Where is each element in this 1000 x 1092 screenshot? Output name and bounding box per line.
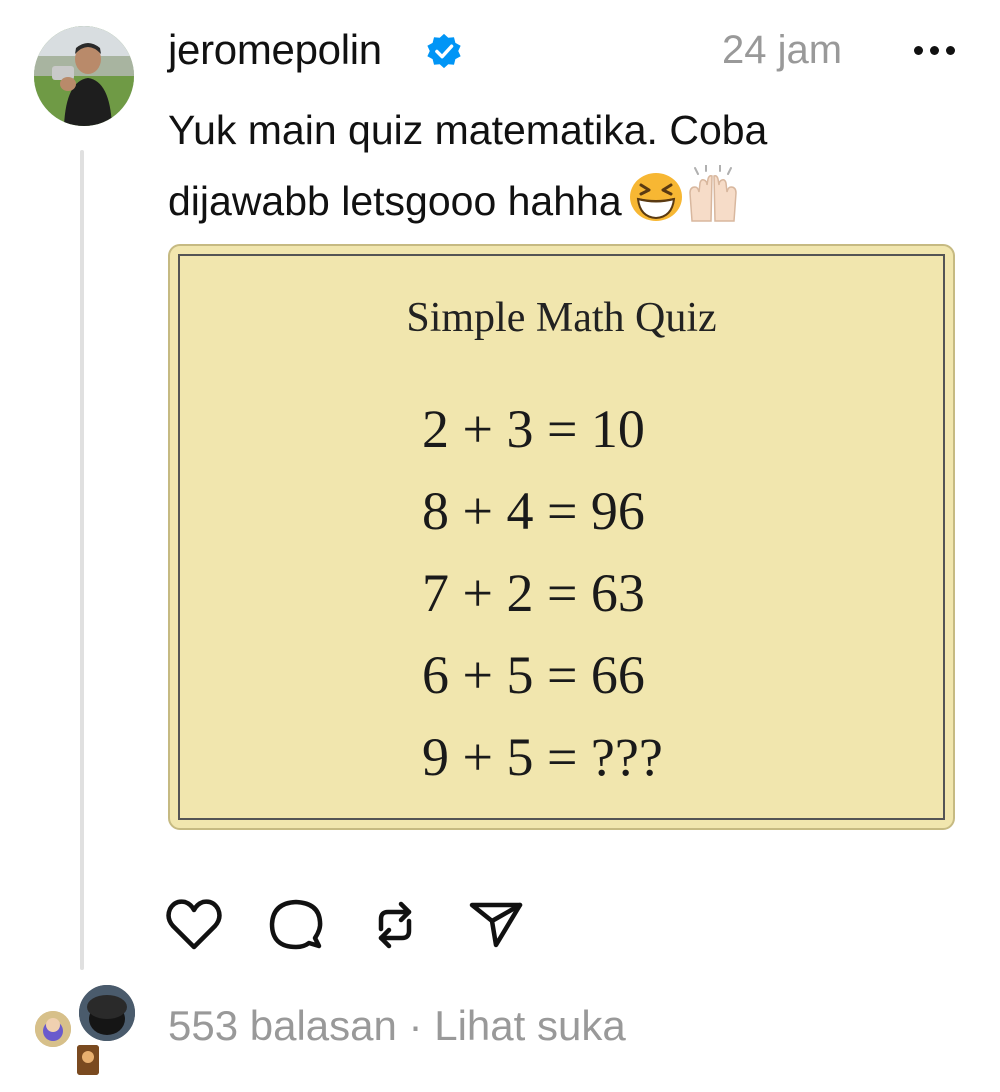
post-footer: 553 balasan · Lihat suka [168,1002,626,1050]
footer-separator: · [408,1002,423,1049]
repost-icon[interactable] [365,895,425,955]
replier-avatar-2 [32,1008,74,1050]
raising-hands-emoji-icon [688,165,737,222]
equation-5: 9 + 5 = ??? [422,727,663,787]
post-timestamp: 24 jam [722,28,843,72]
quiz-equations: 2 + 3 = 10 8 + 4 = 96 7 + 2 = 63 6 + 5 =… [422,388,663,798]
equation-4: 6 + 5 = 66 [422,645,645,705]
equation-2: 8 + 4 = 96 [422,481,645,541]
verified-badge-icon [427,33,461,69]
author-avatar[interactable] [34,26,134,126]
share-icon[interactable] [466,895,526,955]
comment-icon[interactable] [266,895,326,955]
view-likes-link[interactable]: Lihat suka [434,1002,625,1049]
replier-avatar-1 [76,982,138,1044]
more-options-icon[interactable] [906,28,962,68]
heart-icon[interactable] [164,895,224,955]
author-username[interactable]: jeromepolin [168,26,382,74]
quiz-title: Simple Math Quiz [406,295,717,341]
replier-avatar-3 [74,1042,102,1078]
replier-avatars[interactable] [30,982,140,1078]
grinning-squinting-face-emoji-icon [629,173,682,221]
thread-line [80,150,84,970]
post-image[interactable]: Simple Math Quiz 2 + 3 = 10 8 + 4 = 96 7… [168,244,955,830]
equation-3: 7 + 2 = 63 [422,563,645,623]
post-caption: Yuk main quiz matematika. Coba dijawabb … [168,96,888,236]
equation-1: 2 + 3 = 10 [422,399,645,459]
replies-count-link[interactable]: 553 balasan [168,1002,397,1049]
